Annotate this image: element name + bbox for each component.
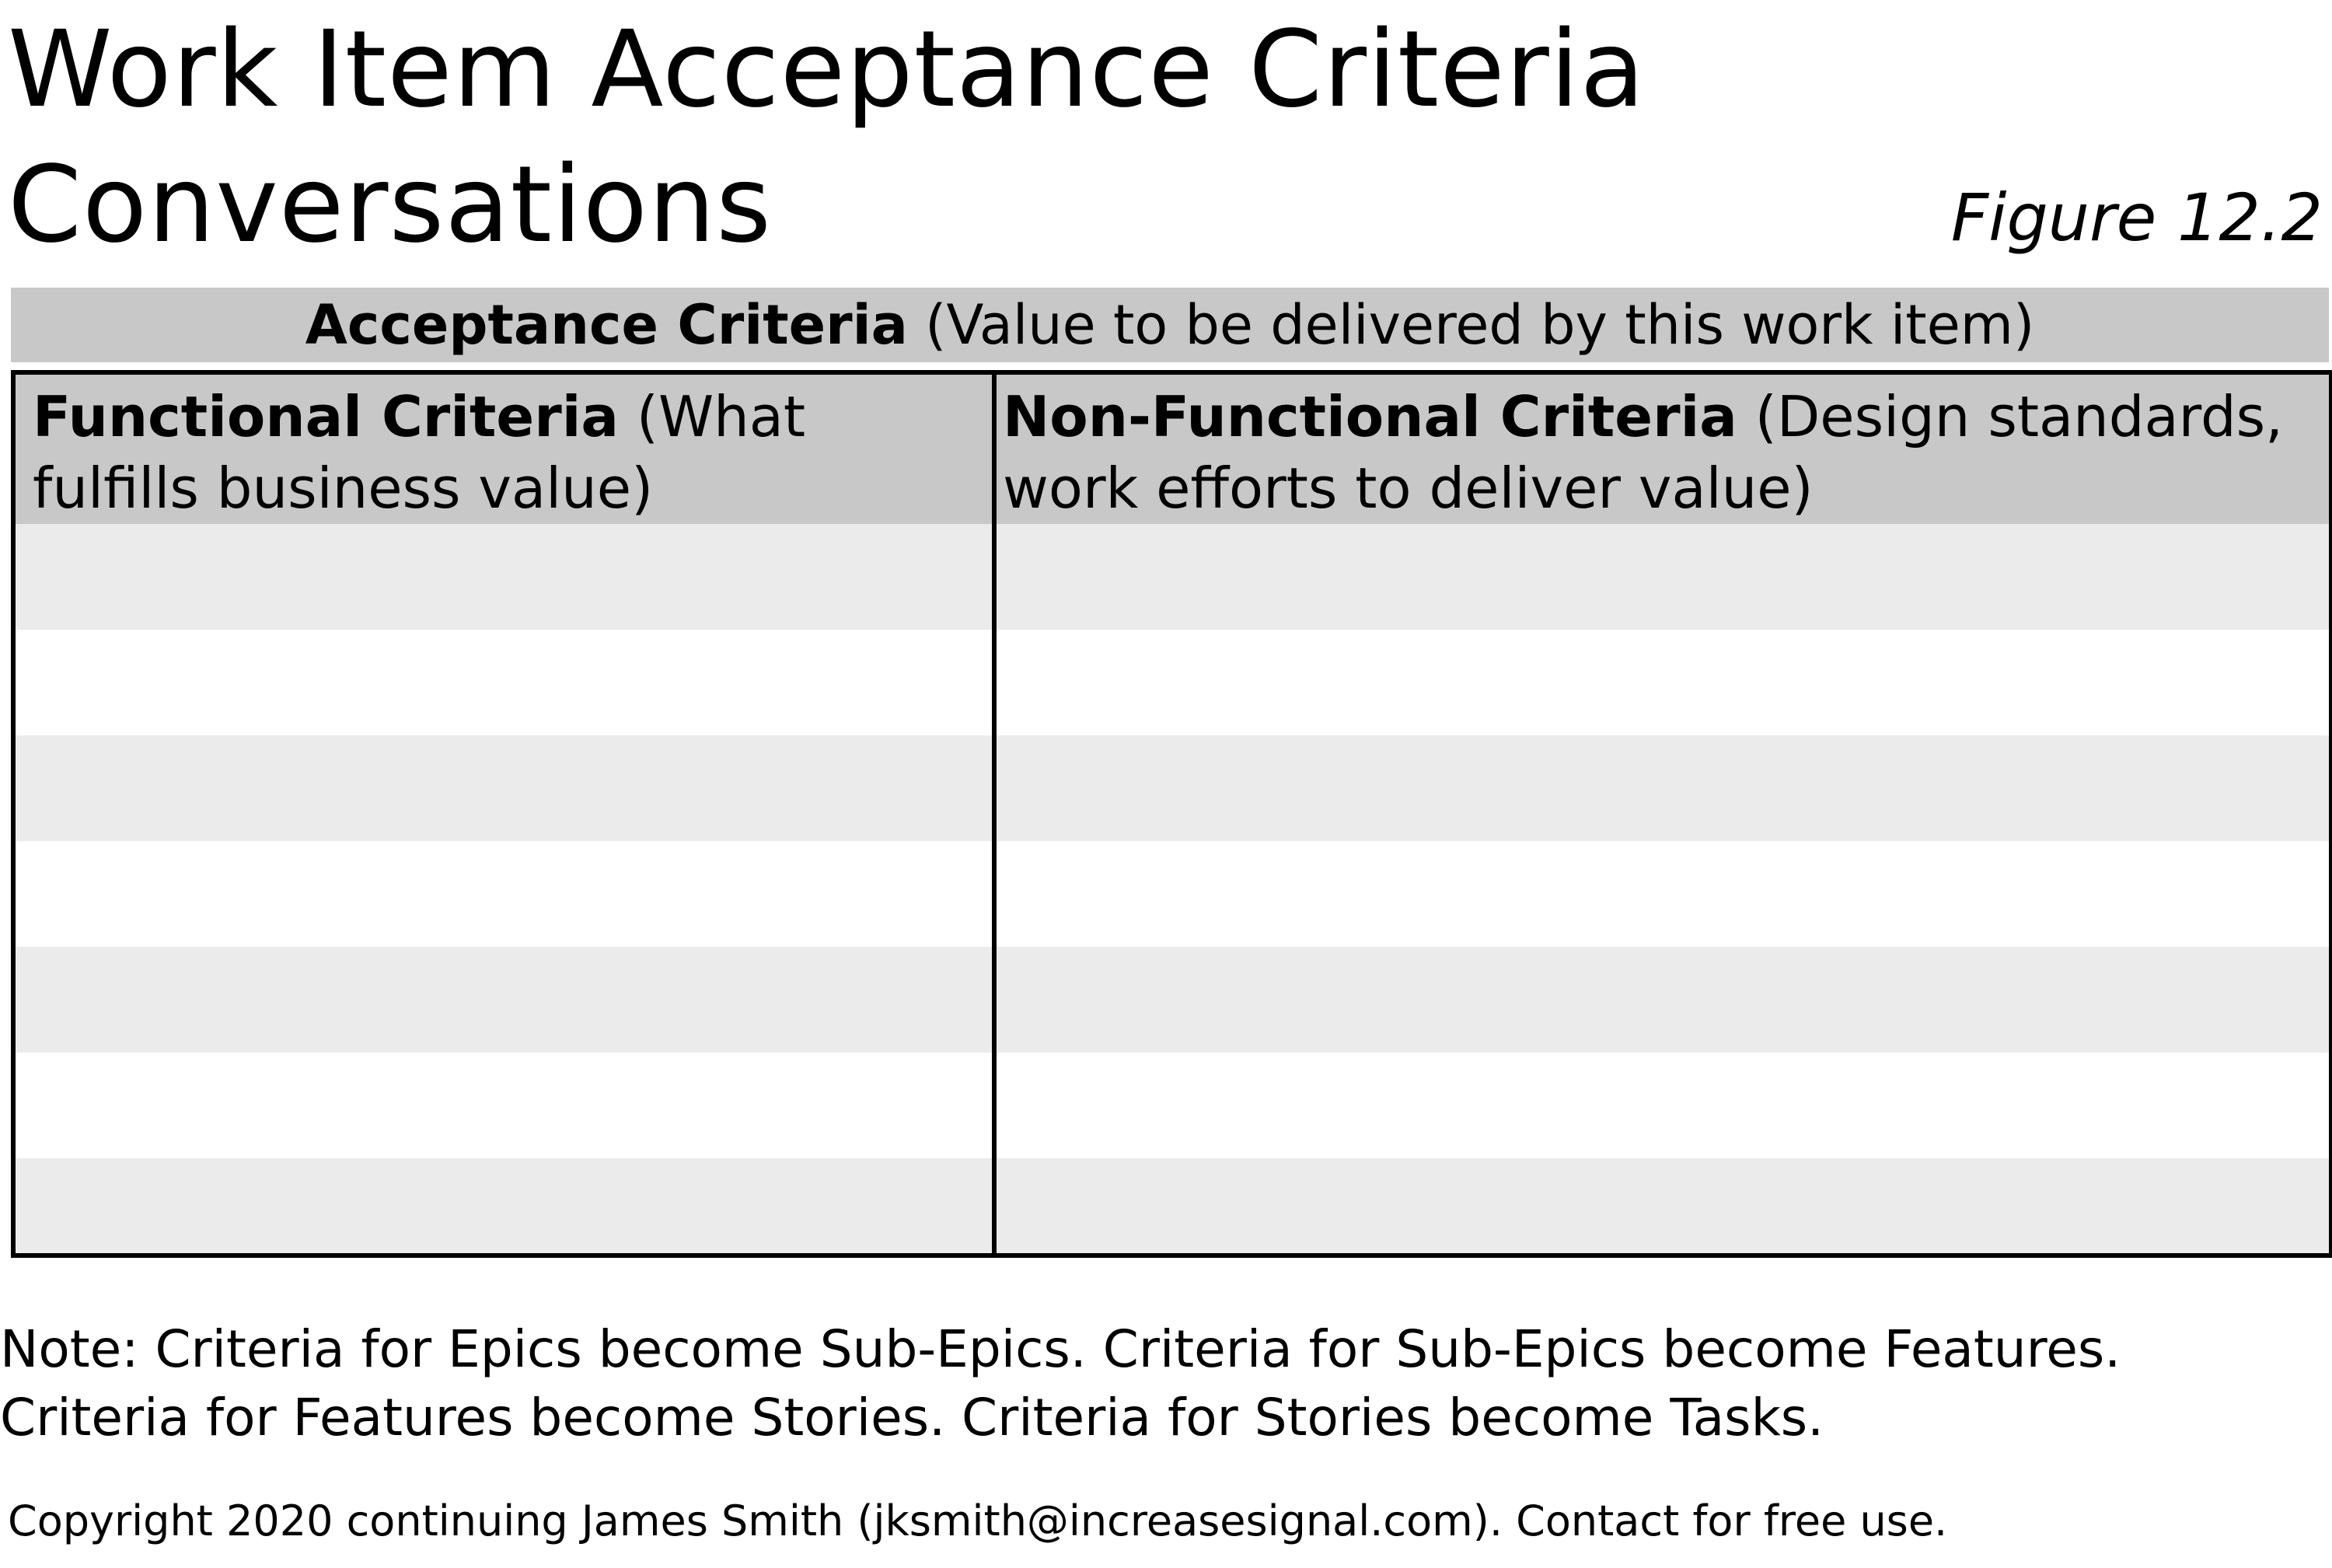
page-title-line-2: Conversations	[8, 144, 772, 267]
note-line-2: Criteria for Features become Stories. Cr…	[0, 1388, 1824, 1448]
non-functional-criteria-row	[997, 1158, 2329, 1253]
note: Note: Criteria for Epics become Sub-Epic…	[0, 1315, 2121, 1452]
non-functional-criteria-row	[997, 735, 2329, 841]
non-functional-criteria-row	[997, 630, 2329, 735]
non-functional-criteria-header: Non-Functional Criteria (Design standard…	[997, 375, 2329, 524]
criteria-table: Functional Criteria (What fulfills busin…	[11, 370, 2332, 1258]
functional-criteria-row	[16, 630, 992, 735]
functional-criteria-header-title: Functional Criteria	[33, 384, 619, 449]
functional-criteria-column: Functional Criteria (What fulfills busin…	[16, 375, 997, 1253]
functional-criteria-header: Functional Criteria (What fulfills busin…	[16, 375, 992, 524]
functional-criteria-row	[16, 841, 992, 947]
page-title-line-1: Work Item Acceptance Criteria	[8, 9, 1646, 131]
non-functional-criteria-column: Non-Functional Criteria (Design standard…	[997, 375, 2329, 1253]
copyright-notice: Copyright 2020 continuing James Smith (j…	[8, 1496, 1948, 1545]
functional-criteria-row	[16, 1053, 992, 1158]
note-line-1: Note: Criteria for Epics become Sub-Epic…	[0, 1319, 2121, 1379]
functional-criteria-row	[16, 735, 992, 841]
functional-criteria-row	[16, 947, 992, 1053]
functional-criteria-row	[16, 1158, 992, 1253]
non-functional-criteria-header-title: Non-Functional Criteria	[1003, 384, 1737, 449]
acceptance-criteria-banner-subtitle: (Value to be delivered by this work item…	[907, 293, 2035, 357]
non-functional-criteria-row	[997, 947, 2329, 1053]
non-functional-criteria-row	[997, 1053, 2329, 1158]
figure-label: Figure 12.2	[1950, 180, 2323, 256]
acceptance-criteria-banner: Acceptance Criteria (Value to be deliver…	[11, 288, 2329, 362]
non-functional-criteria-row	[997, 841, 2329, 947]
functional-criteria-row	[16, 524, 992, 630]
non-functional-criteria-row	[997, 524, 2329, 630]
acceptance-criteria-banner-title: Acceptance Criteria	[305, 293, 908, 357]
